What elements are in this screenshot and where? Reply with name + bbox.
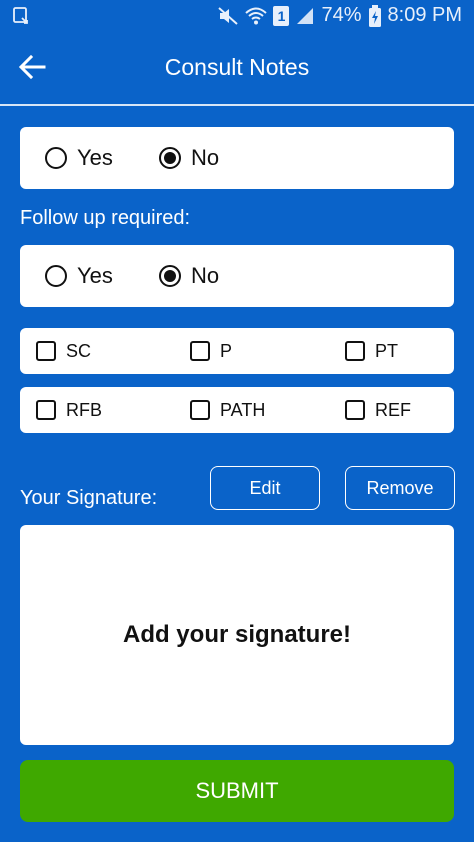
checkbox-group-row-2: RFB PATH REF [20, 387, 454, 433]
checkbox-box[interactable] [36, 341, 56, 361]
radio-label-no: No [191, 145, 220, 170]
page-title: Consult Notes [164, 54, 310, 80]
checkbox-label-rfb: RFB [66, 399, 102, 420]
radio-option-follow-up-no[interactable]: No [159, 263, 219, 289]
checkbox-box[interactable] [190, 341, 210, 361]
remove-signature-button[interactable]: Remove [345, 466, 455, 510]
radio-group-question-1: Yes No [20, 127, 454, 189]
radio-circle[interactable] [45, 147, 67, 169]
status-bar: 1 74% 8:09 PM [0, 0, 474, 32]
checkbox-p[interactable]: P [190, 341, 232, 362]
checkbox-label-sc: SC [66, 340, 92, 361]
radio-circle-selected[interactable] [159, 147, 181, 169]
signature-label: Your Signature: [20, 487, 158, 509]
signature-pad[interactable]: Add your signature! [20, 525, 454, 745]
battery-charging-icon [368, 4, 382, 27]
edit-signature-button[interactable]: Edit [210, 466, 320, 510]
header-divider [0, 104, 474, 106]
checkbox-box[interactable] [345, 400, 365, 420]
checkbox-box[interactable] [36, 400, 56, 420]
checkbox-label-pt: PT [375, 340, 399, 361]
wifi-icon [245, 6, 268, 26]
radio-option-no[interactable]: No [159, 145, 219, 171]
signal-icon [295, 6, 315, 26]
radio-label-yes: Yes [77, 263, 113, 288]
radio-option-yes[interactable]: Yes [45, 145, 113, 171]
checkbox-sc[interactable]: SC [36, 341, 91, 362]
checkbox-path[interactable]: PATH [190, 400, 265, 421]
mute-icon [217, 6, 239, 26]
clock-time: 8:09 PM [387, 4, 462, 26]
checkbox-group-row-1: SC P PT [20, 328, 454, 374]
radio-option-follow-up-yes[interactable]: Yes [45, 263, 113, 289]
checkbox-box[interactable] [345, 341, 365, 361]
checkbox-pt[interactable]: PT [345, 341, 398, 362]
checkbox-rfb[interactable]: RFB [36, 400, 102, 421]
radio-label-yes: Yes [77, 145, 113, 170]
app-bar: Consult Notes [0, 32, 474, 104]
checkbox-label-p: P [220, 340, 233, 361]
radio-label-no: No [191, 263, 220, 288]
checkbox-box[interactable] [190, 400, 210, 420]
battery-percent: 74% [321, 4, 362, 26]
submit-button[interactable]: SUBMIT [20, 760, 454, 822]
checkbox-label-path: PATH [220, 399, 266, 420]
signature-placeholder: Add your signature! [122, 621, 351, 648]
checkbox-ref[interactable]: REF [345, 400, 411, 421]
radio-group-follow-up: Yes No [20, 245, 454, 307]
sim-slot-icon: 1 [273, 5, 290, 26]
notification-icon [12, 6, 32, 31]
radio-circle[interactable] [45, 265, 67, 287]
checkbox-label-ref: REF [375, 399, 411, 420]
follow-up-label: Follow up required: [20, 207, 191, 229]
radio-circle-selected[interactable] [159, 265, 181, 287]
